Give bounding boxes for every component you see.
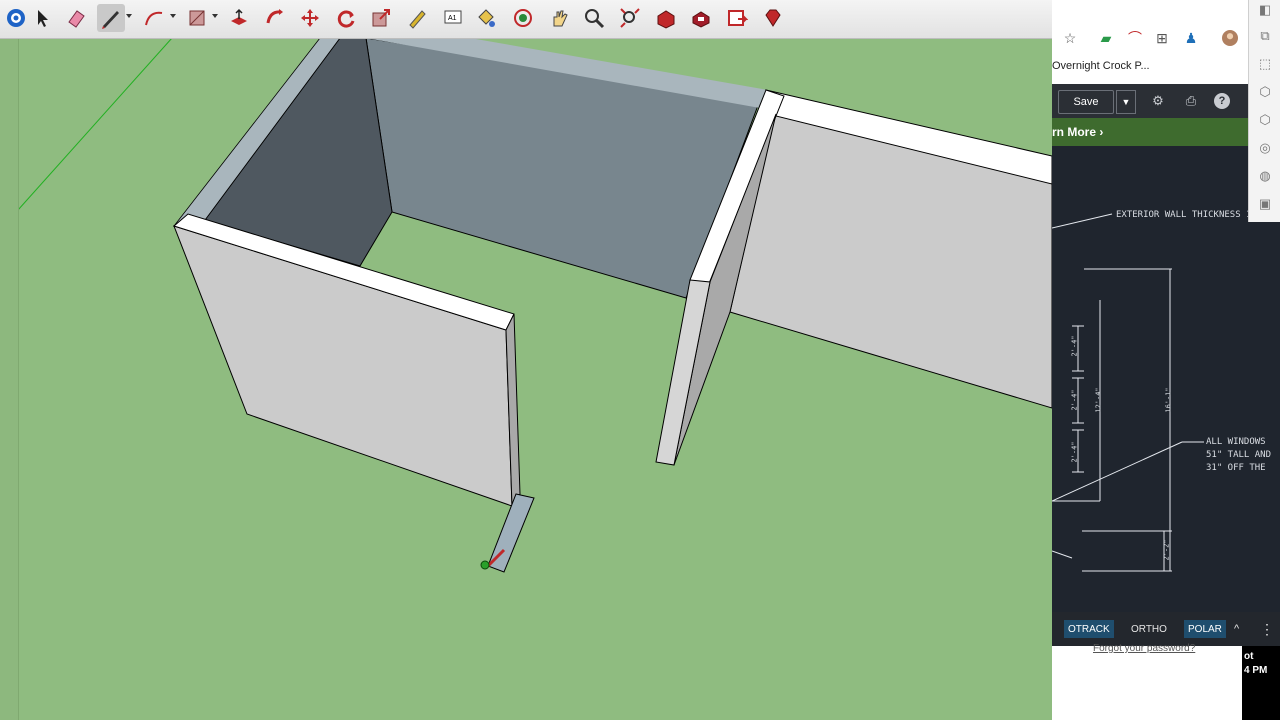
wireframe-icon[interactable]: ◍: [1255, 166, 1275, 186]
cad-note-windows-1: ALL WINDOWS: [1206, 437, 1266, 447]
zoom-icon[interactable]: [580, 4, 608, 32]
cad-status-bar: OTRACK ORTHO POLAR ^ ⋮: [1052, 612, 1280, 646]
arc-dropdown-caret[interactable]: [170, 14, 176, 18]
shaded-icon[interactable]: ▣: [1255, 194, 1275, 214]
shape-rectangle-icon[interactable]: [183, 4, 211, 32]
paint-bucket-icon[interactable]: [472, 4, 500, 32]
arc-icon[interactable]: [140, 4, 168, 32]
send-to-layout-icon[interactable]: [723, 4, 751, 32]
bookmark-title[interactable]: Overnight Crock P...: [1052, 60, 1150, 72]
save-button[interactable]: Save: [1058, 90, 1114, 114]
cad-dimension: 2'-4": [1070, 389, 1079, 411]
cad-note-wall-thickness: EXTERIOR WALL THICKNESS 10": [1116, 210, 1263, 220]
top-view-icon[interactable]: ⬡: [1255, 110, 1275, 130]
components-icon[interactable]: ⧉: [1255, 26, 1275, 46]
cad-note-windows-3: 31" OFF THE: [1206, 463, 1266, 473]
clock-widget: ot 4 PM: [1242, 646, 1280, 720]
polar-toggle[interactable]: POLAR: [1184, 620, 1226, 638]
browser-window: ☆ ▰ ⌒ ⊞ ♟ ⋮ Overnight Crock P... Save ▼ …: [1052, 0, 1280, 720]
browser-toolbar: ☆ ▰ ⌒ ⊞ ♟ ⋮: [1052, 0, 1280, 56]
section-plane-icon[interactable]: ⬚: [1255, 54, 1275, 74]
chevron-up-icon[interactable]: ^: [1230, 620, 1243, 638]
warehouse-icon[interactable]: [652, 4, 680, 32]
bookmark-star-icon[interactable]: ☆: [1062, 30, 1078, 46]
otrack-toggle[interactable]: OTRACK: [1064, 620, 1114, 638]
iso-view-icon[interactable]: ⬡: [1255, 82, 1275, 102]
tape-measure-icon[interactable]: [403, 4, 431, 32]
sketchup-toolbar: A1: [0, 0, 1052, 39]
autocad-header: Save ▼ ⚙ ⎙ ?: [1052, 84, 1280, 118]
follow-me-icon[interactable]: [261, 4, 289, 32]
extension-arc-icon[interactable]: ⌒: [1127, 30, 1143, 46]
svg-text:A1: A1: [448, 15, 457, 22]
print-icon[interactable]: ⎙: [1183, 93, 1199, 109]
push-pull-icon[interactable]: [225, 4, 253, 32]
extension-person-icon[interactable]: ♟: [1183, 30, 1199, 46]
extension-grid-icon[interactable]: ⊞: [1154, 30, 1170, 46]
cad-dimension: 2'-2": [1162, 539, 1171, 561]
ruby-console-icon[interactable]: [759, 4, 787, 32]
cad-dimension: 12'-4": [1094, 387, 1103, 413]
shape-dropdown-caret[interactable]: [212, 14, 218, 18]
cad-drawing-canvas[interactable]: EXTERIOR WALL THICKNESS 10" ALL WINDOWS …: [1052, 146, 1280, 612]
xray-icon[interactable]: ◎: [1255, 138, 1275, 158]
ortho-toggle[interactable]: ORTHO: [1127, 620, 1171, 638]
extension-warehouse-icon[interactable]: [687, 4, 715, 32]
sketchup-side-toolbar: ◧ ⧉ ⬚ ⬡ ⬡ ◎ ◍ ▣: [1248, 0, 1280, 222]
sketchup-logo-icon: [2, 4, 30, 32]
select-icon[interactable]: [28, 4, 56, 32]
eraser-icon[interactable]: [62, 4, 90, 32]
cad-dimension: 16'-1": [1164, 387, 1173, 413]
layers-icon[interactable]: ◧: [1255, 0, 1275, 20]
save-dropdown-icon[interactable]: ▼: [1116, 90, 1136, 114]
banner-text: rn More ›: [1052, 125, 1104, 139]
pencil-line-icon[interactable]: [97, 4, 125, 32]
extension-green-icon[interactable]: ▰: [1098, 30, 1114, 46]
forgot-password-link[interactable]: Forgot your password?: [1093, 643, 1195, 654]
pencil-dropdown-caret[interactable]: [126, 14, 132, 18]
orbit-icon[interactable]: [509, 4, 537, 32]
model-viewport[interactable]: [0, 0, 1052, 720]
zoom-extents-icon[interactable]: [616, 4, 644, 32]
move-icon[interactable]: [296, 4, 324, 32]
profile-avatar[interactable]: [1222, 30, 1238, 46]
settings-gear-icon[interactable]: ⚙: [1150, 93, 1166, 109]
more-menu-icon[interactable]: ⋮: [1256, 620, 1278, 638]
clock-line-2: 4 PM: [1244, 665, 1268, 676]
cad-dimension: 2'-4": [1070, 441, 1079, 463]
clock-line-1: ot: [1244, 651, 1254, 662]
cad-dimension: 2'-4": [1070, 335, 1079, 357]
help-icon[interactable]: ?: [1214, 93, 1230, 109]
cad-note-windows-2: 51" TALL AND: [1206, 450, 1272, 460]
left-panel-strip: [0, 38, 19, 720]
pan-icon[interactable]: [545, 4, 573, 32]
text-icon[interactable]: A1: [439, 4, 467, 32]
learn-more-banner[interactable]: rn More ›: [1052, 118, 1280, 146]
rotate-icon[interactable]: [332, 4, 360, 32]
scale-icon[interactable]: [367, 4, 395, 32]
sketchup-window: A1: [0, 0, 1052, 720]
